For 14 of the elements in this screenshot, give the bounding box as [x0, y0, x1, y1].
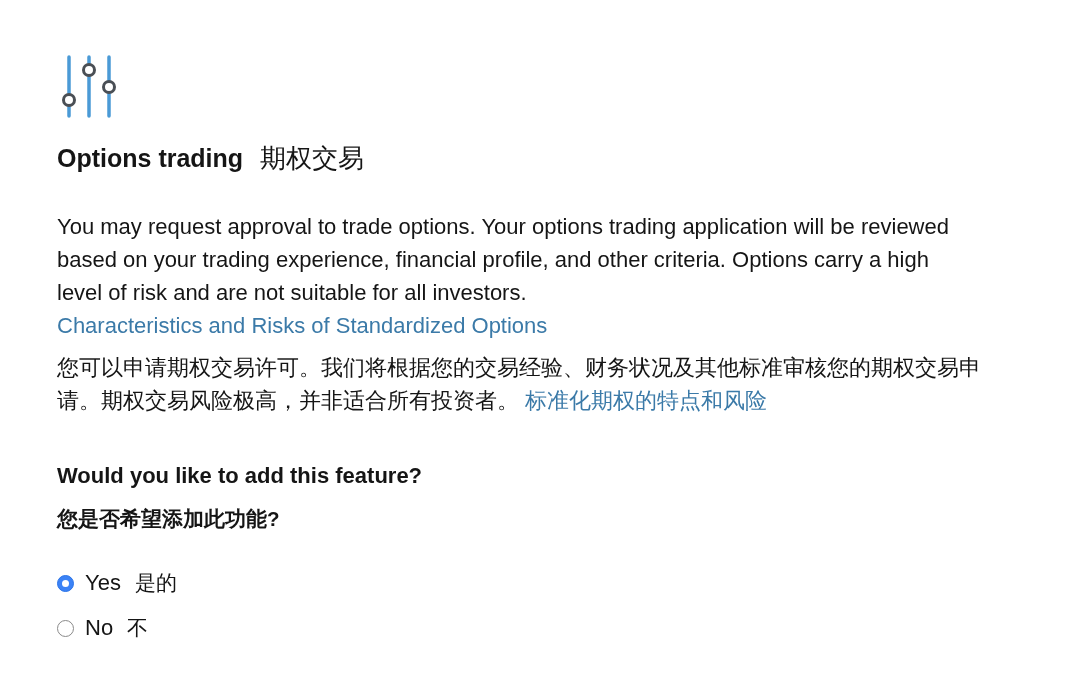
description-text-chinese: 您可以申请期权交易许可。我们将根据您的交易经验、财务状况及其他标准审核您的期权交易申请。期权交易风险极高，并非适合所有投资者。 标准化期权的特点和风险	[57, 354, 982, 415]
option-label-chinese: 不	[127, 615, 149, 641]
question-text: Would you like to add this feature?	[57, 462, 424, 490]
page-title-chinese: 期权交易	[260, 142, 365, 174]
disclosure-link[interactable]: Characteristics and Risks of Standardized Options	[57, 313, 548, 338]
option-label: No	[85, 614, 114, 642]
radio-button[interactable]	[57, 619, 74, 637]
option-label: Yes	[85, 569, 121, 597]
option-label-chinese: 是的	[134, 570, 177, 596]
page-title: Options trading	[57, 143, 244, 174]
disclosure-link-chinese[interactable]: 标准化期权的特点和风险	[525, 388, 768, 413]
radio-button[interactable]	[57, 574, 74, 592]
question-text-chinese: 您是否希望添加此功能?	[57, 506, 281, 532]
description-text: You may request approval to trade options. Your options trading application will be reviewed based on your trading experience, financial profile, and other criteria. Options carry a high level of risk and are not suitable for all investors. Characteristics and Risks of Standardized Options	[57, 213, 950, 340]
